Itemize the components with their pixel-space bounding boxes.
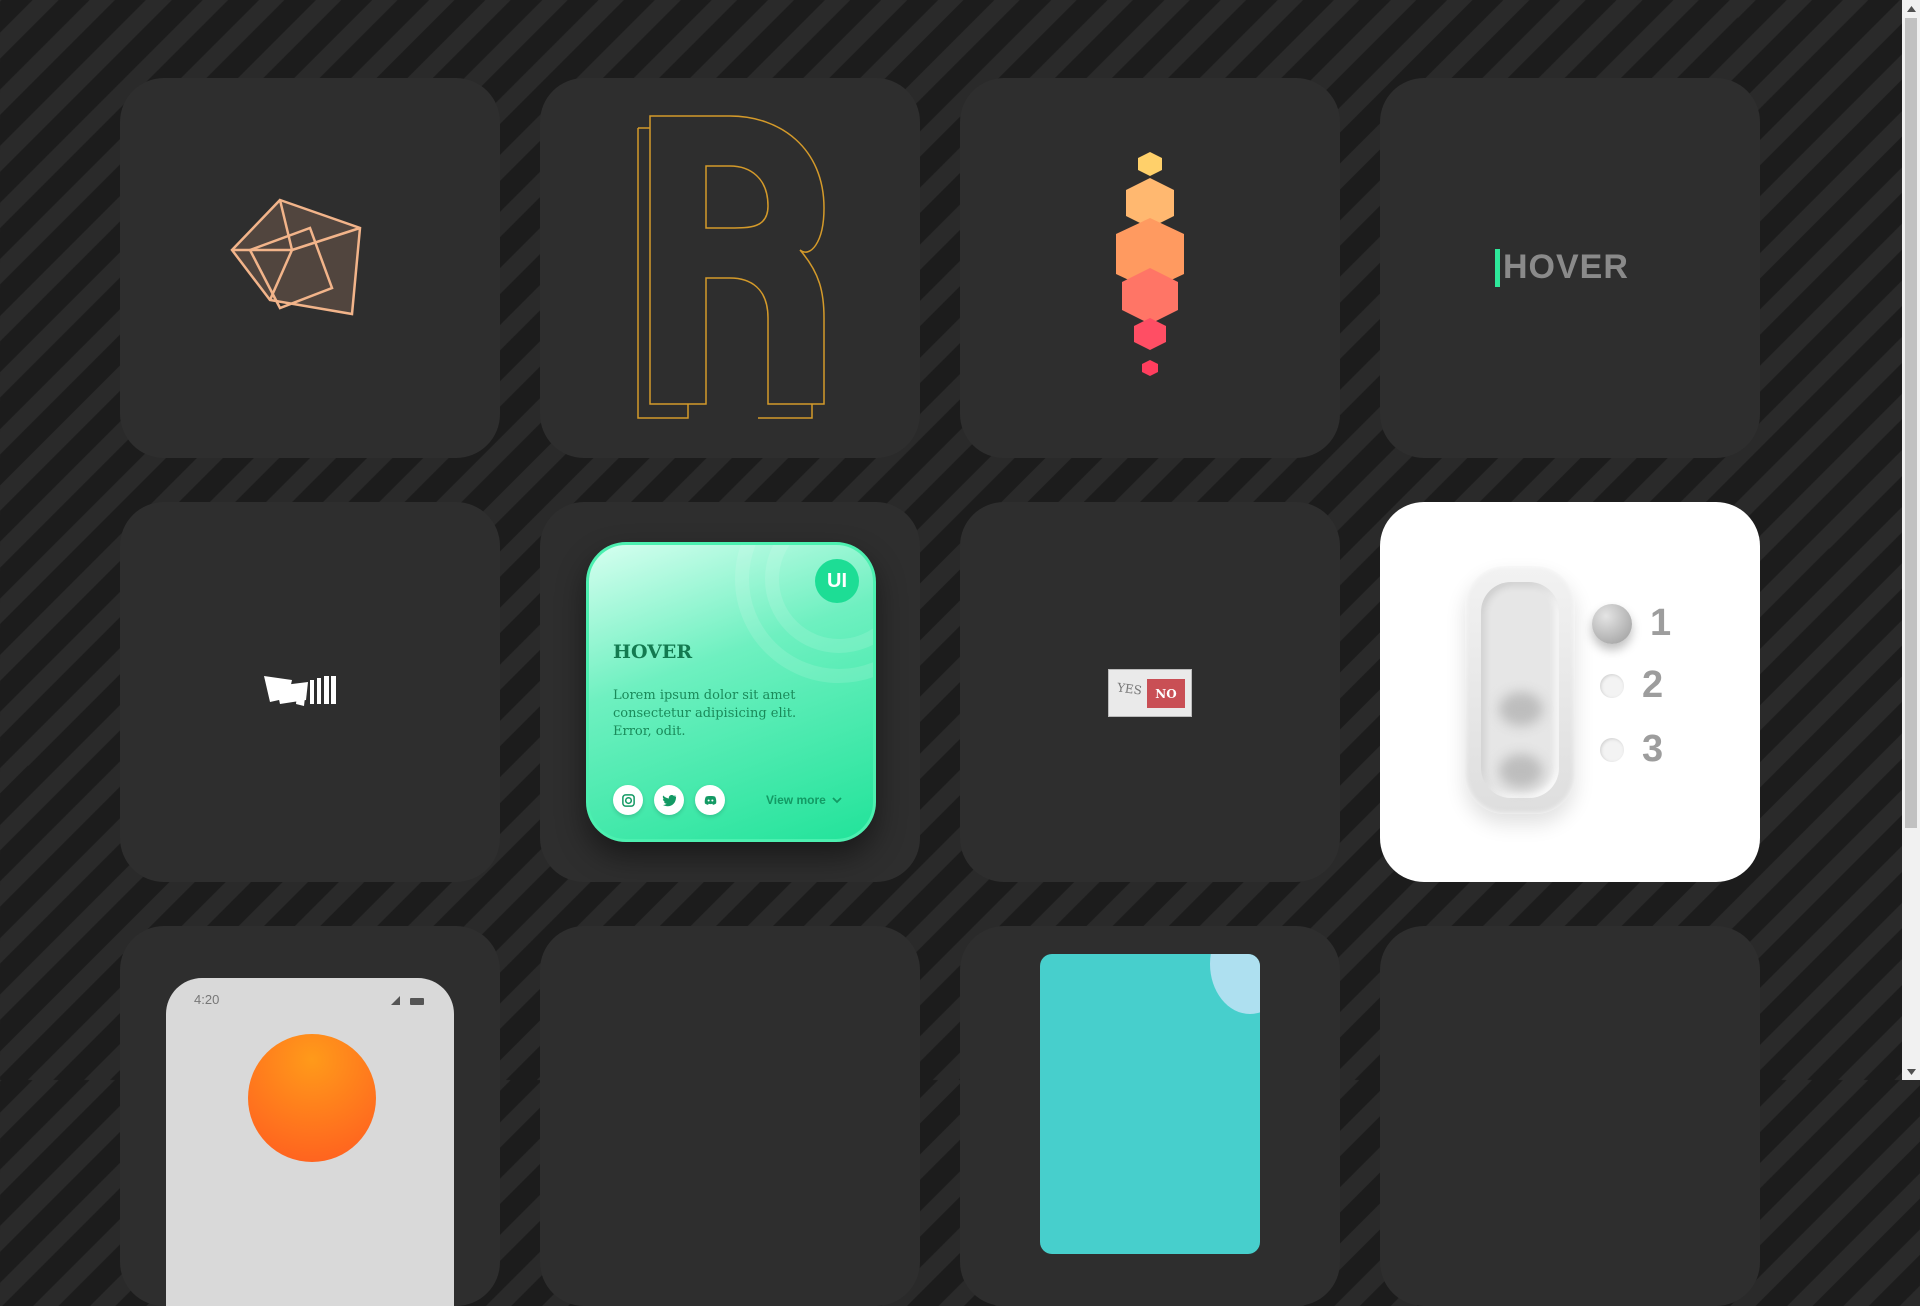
option-radio-selected[interactable] [1592, 603, 1632, 644]
yes-no-toggle[interactable]: YES NO [1108, 669, 1192, 717]
card-glitch-logo[interactable] [120, 502, 500, 882]
phone-time: 4:20 [194, 992, 220, 1007]
battery-icon [410, 998, 424, 1005]
chevron-down-icon [832, 797, 842, 804]
discord-icon[interactable] [695, 785, 725, 815]
card-yes-no-toggle[interactable]: YES NO [960, 502, 1340, 882]
glitch-logo-icon [264, 676, 336, 706]
option-radio[interactable] [1600, 673, 1624, 698]
no-label: NO [1147, 679, 1185, 708]
view-more-label: View more [766, 793, 826, 807]
card-body: Lorem ipsum dolor sit amet consectetur a… [613, 688, 797, 739]
scroll-down-arrow-icon[interactable] [1902, 1063, 1920, 1080]
card-neumorphic-switch[interactable]: 1 2 3 [1380, 502, 1760, 882]
option-number: 3 [1642, 728, 1664, 770]
switch-option-2[interactable]: 2 [1600, 664, 1663, 707]
card-empty[interactable] [540, 926, 920, 1306]
yes-label: YES [1116, 680, 1143, 698]
switch-inner [1481, 582, 1559, 798]
social-links [613, 785, 725, 815]
wireframe-cube-icon [230, 198, 362, 316]
signal-icon [391, 996, 400, 1005]
card-stacked-cubes[interactable] [960, 78, 1340, 458]
sun-graphic [248, 1034, 376, 1162]
card-social-hover[interactable]: UI HOVER Lorem ipsum dolor sit amet cons… [540, 502, 920, 882]
switch-option-3[interactable]: 3 [1600, 728, 1663, 771]
circle-decoration [1210, 954, 1260, 1014]
teal-panel [1040, 954, 1260, 1254]
option-radio[interactable] [1600, 737, 1624, 762]
neumorphic-switch-track[interactable] [1465, 566, 1575, 814]
card-letter-r[interactable] [540, 78, 920, 458]
instagram-icon[interactable] [613, 785, 643, 815]
card-phone-mockup[interactable]: 4:20 [120, 926, 500, 1306]
stacked-cubes-icon [1116, 152, 1184, 376]
card-teal-panel[interactable] [960, 926, 1340, 1306]
vertical-scrollbar[interactable] [1902, 0, 1920, 1080]
scroll-up-arrow-icon[interactable] [1902, 0, 1920, 17]
view-more-link[interactable]: View more [766, 793, 842, 807]
switch-option-1[interactable]: 1 [1592, 602, 1672, 645]
ring-decoration [735, 545, 873, 683]
letter-r-outline-icon [637, 115, 825, 419]
card-hover-text[interactable]: HOVER [1380, 78, 1760, 458]
option-number: 1 [1650, 602, 1672, 644]
hover-label: HOVER [1503, 248, 1629, 286]
phone-mockup: 4:20 [166, 978, 454, 1306]
cursor-bar [1495, 248, 1500, 287]
option-number: 2 [1642, 664, 1664, 706]
switch-blob [1499, 754, 1543, 788]
card-title: HOVER [613, 641, 693, 663]
card-empty[interactable] [1380, 926, 1760, 1306]
social-card[interactable]: UI HOVER Lorem ipsum dolor sit amet cons… [586, 542, 876, 842]
card-wireframe-cube[interactable] [120, 78, 500, 458]
twitter-icon[interactable] [654, 785, 684, 815]
scrollbar-thumb[interactable] [1905, 18, 1917, 828]
ui-logo: UI [815, 559, 859, 603]
switch-blob [1499, 692, 1543, 726]
hover-text-effect[interactable]: HOVER [1495, 248, 1629, 287]
